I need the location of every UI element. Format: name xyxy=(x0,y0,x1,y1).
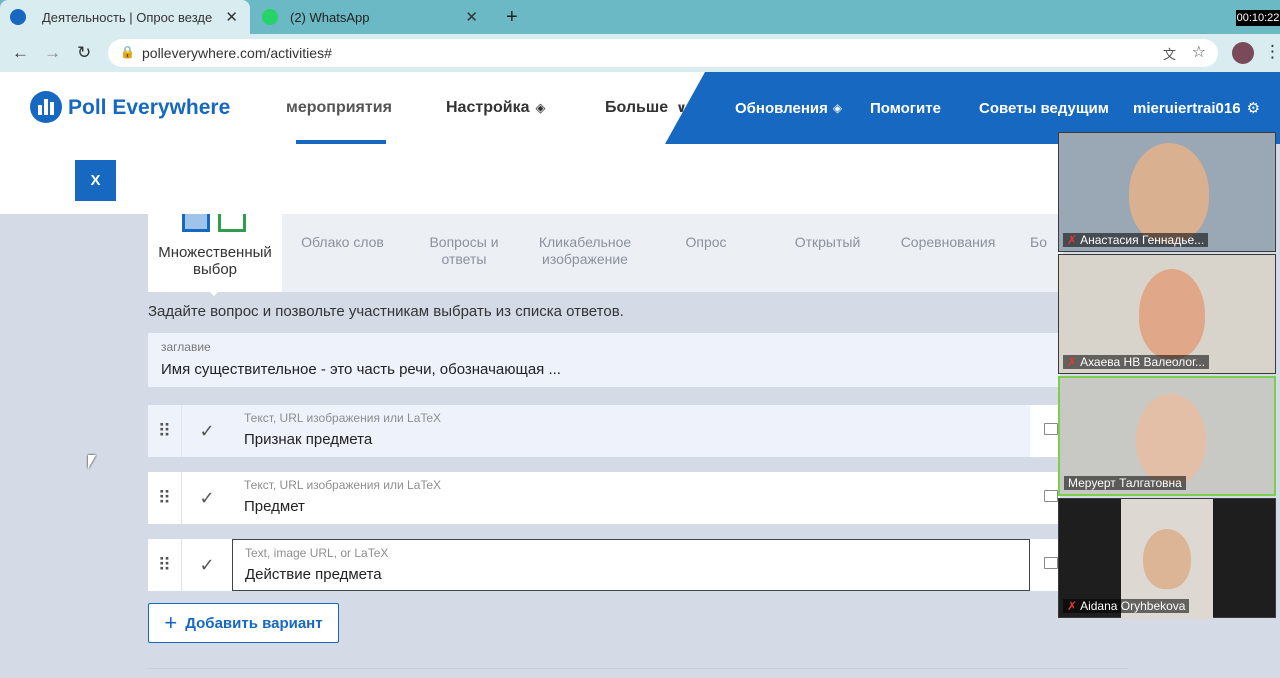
participant-video xyxy=(1129,143,1209,243)
video-tile[interactable]: ✗ Ахаева НВ Валеолог... xyxy=(1058,254,1276,374)
nav-updates[interactable]: Обновления ◈ xyxy=(735,72,842,144)
nav-more-label: Больше xyxy=(605,99,669,116)
tab-title: (2) WhatsApp xyxy=(290,9,370,25)
activity-type-label: Кликабельное изображение xyxy=(538,234,632,267)
recording-timer: 00:10:22 xyxy=(1236,10,1280,26)
plus-icon: + xyxy=(164,610,178,635)
option-input[interactable]: Текст, URL изображения или LaTeX Признак… xyxy=(232,405,1030,457)
option-placeholder: Текст, URL изображения или LaTeX xyxy=(244,411,442,425)
close-tab-icon[interactable]: ✕ xyxy=(465,8,478,26)
option-row: ⠿ ✓ Текст, URL изображения или LaTeX При… xyxy=(148,405,1060,457)
browser-tab-whatsapp[interactable]: (2) WhatsApp ✕ xyxy=(254,0,490,34)
polleverywhere-favicon-icon xyxy=(10,9,26,25)
bookmark-star-icon[interactable]: ☆ xyxy=(1192,42,1206,62)
activity-type-label: Вопросы и ответы xyxy=(429,234,499,267)
participant-name: Меруерт Талгатовна xyxy=(1064,476,1186,490)
add-option-button[interactable]: + Добавить вариант xyxy=(148,603,339,643)
option-input[interactable]: Текст, URL изображения или LaTeX Предмет xyxy=(232,472,1030,524)
muted-mic-icon: ✗ xyxy=(1067,355,1078,369)
activity-type-open-ended[interactable]: Открытый xyxy=(780,214,875,292)
title-field[interactable]: заглавие Имя существительное - это часть… xyxy=(148,333,1060,387)
url-text: polleverywhere.com/activities# xyxy=(142,45,332,61)
reload-icon[interactable]: ↻ xyxy=(77,43,91,63)
gear-icon: ⚙ xyxy=(1246,100,1261,117)
participant-name: ✗ Анастасия Геннадье... xyxy=(1063,233,1209,247)
correct-answer-check-icon[interactable]: ✓ xyxy=(182,539,232,591)
option-value: Действие предмета xyxy=(245,566,382,583)
add-option-label: Добавить вариант xyxy=(185,614,323,632)
video-tile[interactable]: ✗ Анастасия Геннадье... xyxy=(1058,132,1276,252)
tab-title: Деятельность | Опрос везде xyxy=(42,9,213,25)
browser-tab-activities[interactable]: Деятельность | Опрос везде ✕ xyxy=(0,0,250,34)
drag-handle-icon[interactable]: ⠿ xyxy=(148,472,182,524)
whatsapp-icon xyxy=(262,9,278,25)
mouse-cursor-icon xyxy=(88,455,96,469)
activity-type-label: Множественный выбор xyxy=(158,244,272,278)
correct-answer-check-icon[interactable]: ✓ xyxy=(182,405,232,457)
activity-type-label: Соревнования xyxy=(900,234,996,250)
option-row: ⠿ ✓ Text, image URL, or LaTeX Действие п… xyxy=(148,539,1060,591)
editor-toolbar xyxy=(0,144,1080,214)
activity-type-word-cloud[interactable]: Облако слов xyxy=(295,214,390,292)
divider xyxy=(148,668,1128,669)
video-tile-active-speaker[interactable]: Меруерт Талгатовна xyxy=(1058,376,1276,496)
participant-video xyxy=(1139,269,1205,359)
browser-menu-icon[interactable]: ⋮ xyxy=(1264,42,1280,62)
nav-activities[interactable]: мероприятия xyxy=(286,72,392,144)
new-tab-icon[interactable]: + xyxy=(506,6,518,29)
muted-mic-icon: ✗ xyxy=(1067,233,1078,247)
activity-description: Задайте вопрос и позвольте участникам вы… xyxy=(148,303,624,320)
url-input[interactable]: 🔒 polleverywhere.com/activities# 文 ☆ xyxy=(108,39,1218,67)
option-input[interactable]: Text, image URL, or LaTeX Действие предм… xyxy=(232,539,1030,591)
image-icon[interactable] xyxy=(1044,557,1058,569)
back-icon[interactable]: ← xyxy=(12,43,29,63)
nav-updates-label: Обновления xyxy=(735,99,828,117)
multiple-choice-icon xyxy=(182,214,210,232)
forward-icon[interactable]: → xyxy=(44,43,61,63)
participant-video xyxy=(1143,529,1191,589)
selected-pointer xyxy=(206,288,222,296)
activity-type-label: Опрос xyxy=(685,234,727,250)
translate-icon[interactable]: 文 xyxy=(1163,44,1176,63)
logo-icon xyxy=(30,91,62,123)
option-placeholder: Text, image URL, or LaTeX xyxy=(245,546,389,560)
lock-icon: 🔒 xyxy=(120,45,135,59)
option-placeholder: Текст, URL изображения или LaTeX xyxy=(244,478,442,492)
activity-type-label: Облако слов xyxy=(301,234,384,250)
activity-type-survey[interactable]: Опрос xyxy=(670,214,742,292)
title-value: Имя существительное - это часть речи, об… xyxy=(161,361,561,378)
close-tab-icon[interactable]: ✕ xyxy=(225,8,238,26)
participant-name: ✗ Ахаева НВ Валеолог... xyxy=(1063,355,1210,369)
nav-help[interactable]: Помогите xyxy=(870,72,941,144)
title-label: заглавие xyxy=(161,340,211,354)
image-icon[interactable] xyxy=(1044,490,1058,502)
nav-settings-label: Настройка xyxy=(446,99,530,116)
activity-type-label: Бо xyxy=(1030,234,1047,250)
activity-type-more[interactable]: Бо xyxy=(1030,214,1060,292)
activity-type-qa[interactable]: Вопросы и ответы xyxy=(420,214,508,292)
video-tile[interactable]: ✗ Aidana Oryhbekova xyxy=(1058,498,1276,619)
profile-avatar[interactable] xyxy=(1232,42,1254,64)
diamond-icon: ◈ xyxy=(832,101,843,115)
option-value: Предмет xyxy=(244,498,305,515)
participant-name: ✗ Aidana Oryhbekova xyxy=(1063,599,1190,613)
participant-video xyxy=(1136,394,1206,484)
drag-handle-icon[interactable]: ⠿ xyxy=(148,539,182,591)
activity-type-multiple-choice[interactable]: Множественный выбор xyxy=(148,214,282,292)
diamond-icon: ◈ xyxy=(535,100,546,115)
muted-mic-icon: ✗ xyxy=(1067,599,1078,613)
option-value: Признак предмета xyxy=(244,431,373,448)
correct-answer-check-icon[interactable]: ✓ xyxy=(182,472,232,524)
close-editor-button[interactable]: X xyxy=(75,160,116,201)
account-name: mieruiertrai016 xyxy=(1133,99,1241,117)
drag-handle-icon[interactable]: ⠿ xyxy=(148,405,182,457)
image-icon[interactable] xyxy=(1044,423,1058,435)
activity-type-clickable-image[interactable]: Кликабельное изображение xyxy=(530,214,640,292)
logo-text[interactable]: Poll Everywhere xyxy=(68,96,230,120)
option-row: ⠿ ✓ Текст, URL изображения или LaTeX Пре… xyxy=(148,472,1060,524)
activity-type-competition[interactable]: Соревнования xyxy=(892,214,1004,292)
nav-settings[interactable]: Настройка ◈ xyxy=(446,72,545,144)
activity-type-label: Открытый xyxy=(794,234,861,250)
